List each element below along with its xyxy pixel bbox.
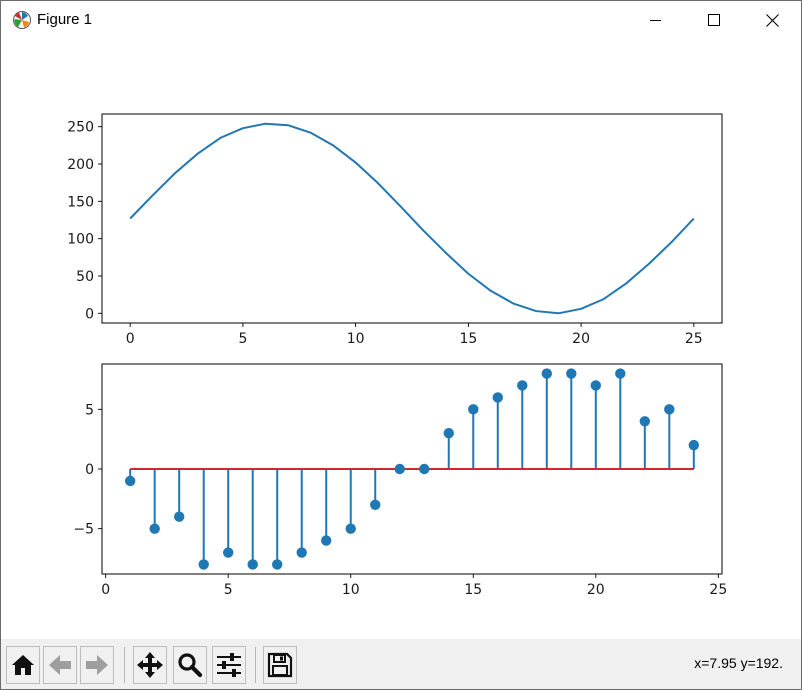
figure-canvas[interactable]: 0 5 10 15 20 250501001502002500 5 10 15 20 25−505: [1, 39, 801, 639]
stem-marker: [517, 380, 528, 391]
stem-marker: [419, 463, 430, 475]
left-arrow-icon: [49, 655, 71, 675]
stem-plot-xtick-label: 15: [464, 582, 482, 598]
stem-marker: [149, 523, 160, 534]
stem-marker: [688, 439, 700, 451]
toolbar-separator: [124, 647, 125, 683]
line-plot-xtick-label: 0: [126, 331, 135, 347]
stem-plot-xtick-label: 25: [709, 582, 727, 598]
stem-plot-xtick-label: 0: [101, 582, 110, 598]
stem-marker: [198, 559, 209, 570]
stem-marker: [296, 547, 307, 558]
navigation-toolbar: x=7.95 y=192.: [1, 639, 801, 689]
close-button[interactable]: [743, 1, 801, 39]
stem-marker: [541, 368, 552, 379]
line-plot-ytick-label: 100: [67, 232, 94, 248]
stem-marker: [492, 392, 503, 403]
title-bar[interactable]: Figure 1: [1, 1, 801, 39]
home-icon: [12, 655, 34, 675]
right-arrow-icon: [86, 655, 108, 675]
zoom-button[interactable]: [173, 646, 207, 684]
stem-marker: [394, 463, 405, 475]
line-plot-ytick-label: 250: [67, 120, 94, 136]
configure-subplots-button[interactable]: [212, 646, 246, 684]
stem-marker: [566, 368, 577, 379]
stem-marker: [272, 559, 283, 570]
close-icon: [765, 13, 779, 27]
figure-window: Figure 1 0 5 10 15 20 25 0 50 100 150 200 250 0 5 10 15…: [0, 0, 802, 690]
cursor-coordinates: x=7.95 y=192.: [694, 655, 783, 671]
sine-series-line: [129, 122, 695, 315]
stem-plot-ytick-label: −5: [73, 522, 94, 538]
stem-marker: [370, 499, 381, 510]
line-plot-ytick-label: 50: [76, 269, 94, 285]
stem-plot-xtick-label: 20: [587, 582, 605, 598]
stem-marker: [173, 511, 185, 522]
magnifier-icon: [178, 653, 203, 678]
stem-plot-xtick-label: 10: [342, 582, 360, 598]
stem-marker: [639, 416, 651, 427]
save-button[interactable]: [263, 646, 297, 684]
stem-marker: [124, 475, 136, 487]
matplotlib-icon: [12, 10, 32, 30]
stem-marker: [247, 559, 258, 570]
forward-button[interactable]: [80, 646, 114, 684]
line-plot-xtick-label: 5: [238, 331, 247, 347]
sliders-icon: [217, 653, 241, 677]
maximize-button[interactable]: [685, 1, 743, 39]
stem-marker: [321, 535, 332, 546]
move-arrows-icon: [137, 652, 163, 678]
stem-plot-ytick-label: 5: [85, 402, 94, 418]
stem-marker: [615, 368, 626, 379]
stem-marker: [443, 428, 454, 439]
stem-marker: [590, 380, 601, 391]
minimize-button[interactable]: [627, 1, 685, 39]
stem-plot-ytick-label: 0: [85, 462, 94, 478]
back-button[interactable]: [43, 646, 77, 684]
pan-button[interactable]: [133, 646, 167, 684]
floppy-disk-icon: [267, 652, 293, 678]
stem-marker: [664, 404, 675, 415]
line-plot-xtick-label: 20: [572, 331, 590, 347]
minimize-icon: [650, 20, 661, 21]
line-plot-ytick-label: 0: [85, 306, 94, 322]
stem-plot-xtick-label: 5: [224, 582, 233, 598]
line-plot-xtick-label: 10: [347, 331, 365, 347]
stem-marker: [345, 523, 356, 534]
maximize-icon: [708, 14, 720, 26]
line-plot-xtick-label: 15: [459, 331, 477, 347]
stem-marker: [223, 547, 234, 558]
stem-marker: [468, 404, 479, 415]
home-button[interactable]: [6, 646, 40, 684]
line-plot-ytick-label: 200: [67, 157, 94, 173]
toolbar-separator: [255, 647, 256, 683]
window-title: Figure 1: [37, 11, 93, 28]
line-plot-xtick-label: 25: [685, 331, 703, 347]
line-plot-ytick-label: 150: [67, 194, 94, 210]
